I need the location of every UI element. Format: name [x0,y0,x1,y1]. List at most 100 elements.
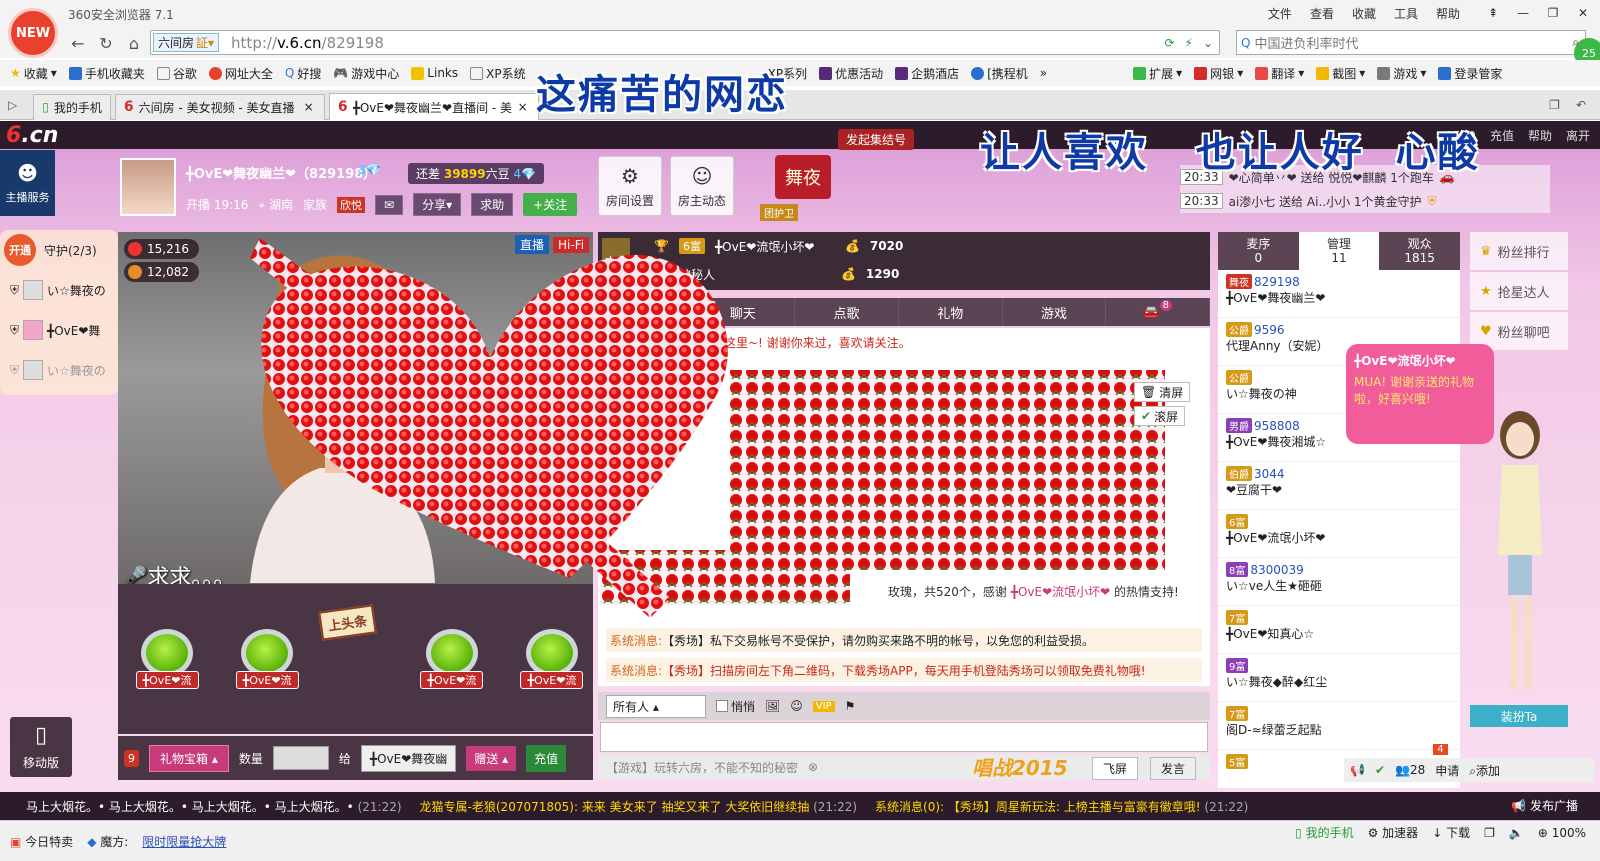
chevron-down-icon[interactable]: ⌄ [1203,36,1213,50]
tab-gift[interactable]: 礼物 [899,298,1003,326]
share-button[interactable]: 分享▾ [413,193,462,216]
bookmark-item[interactable]: 网址大全 [208,65,273,82]
promo-link[interactable]: 限时限量抢大牌 [142,833,226,850]
lightning-icon[interactable]: ⚡ [1185,36,1193,50]
room-settings-button[interactable]: ⚙ 房间设置 [598,156,662,216]
url-text[interactable]: http://v.6.cn/829198 [231,34,384,52]
headline-slot[interactable]: ╋OvE❤流 [411,629,493,689]
user-row[interactable]: 伯爵 3044 ❤豆腐干❤ [1218,462,1460,510]
maximize-button[interactable]: ❐ [1540,2,1566,24]
user-row[interactable]: 9富 い☆舞夜◆醉◆红尘 [1218,654,1460,702]
extension-item[interactable]: 登录管家 [1438,65,1502,82]
search-box[interactable]: Q 中国进负利率时代 ⌕ [1236,30,1586,55]
bookmark-item[interactable]: Links [411,66,458,80]
publish-broadcast-button[interactable]: 📢 发布广播 [1505,795,1584,816]
user-row[interactable]: 7富 阁D-≈绿蕾乏起點 [1218,702,1460,750]
speed-icon[interactable]: ⟳ [1164,36,1174,50]
extension-item[interactable]: 截图 ▾ [1316,65,1365,82]
tab-my-phone[interactable]: ▯ 我的手机 [33,93,111,120]
extension-item[interactable]: 游戏 ▾ [1377,65,1426,82]
quantity-input[interactable] [272,746,329,770]
avatar-doll[interactable] [1480,405,1560,705]
browser-logo[interactable]: NEW [8,8,58,58]
user-row[interactable]: 舞夜 829198 ╋OvE❤舞夜幽兰❤ [1218,270,1460,318]
headline-slot[interactable]: ╋OvE❤流 [226,629,308,689]
back-icon[interactable]: ← [64,29,92,57]
bookmark-item[interactable]: Q 好搜 [285,65,321,82]
menu-tools[interactable]: 工具 [1394,5,1418,22]
open-guard-button[interactable]: 开通 [4,234,36,266]
extension-item[interactable]: 网银 ▾ [1194,65,1243,82]
image-icon[interactable]: 🖼 [765,699,780,713]
site-badge[interactable]: 六间房 証▾ [153,33,220,52]
search-engine-icon[interactable]: Q [1241,36,1250,50]
headline-slot[interactable]: ╋OvE❤流 [126,629,208,689]
fans-rank-button[interactable]: ♛ 粉丝排行 [1470,232,1568,270]
bookmark-item[interactable]: [携程机 [971,65,1028,82]
speak-button[interactable]: 发言 [1150,757,1197,780]
close-button[interactable]: ✕ [1570,2,1596,24]
star-grab-button[interactable]: ★ 抢星达人 [1470,272,1568,310]
extension-item[interactable]: 翻译 ▾ [1255,65,1304,82]
apply-button[interactable]: 申请 4 [1433,743,1459,779]
message-icon[interactable]: ✉ [375,194,404,215]
mobile-version-button[interactable]: ▯ 移动版 [10,717,72,777]
menu-view[interactable]: 查看 [1310,5,1334,22]
recipient-select[interactable]: ╋OvE❤舞夜幽 [360,744,457,772]
close-icon[interactable]: ⊗ [808,760,818,774]
tab-live-room[interactable]: 6 ╋OvE❤舞夜幽兰❤直播间 - 美 × [328,93,539,120]
check-icon[interactable]: ✔ [1375,763,1385,777]
speaker-icon[interactable]: 📢 [1350,763,1365,777]
help-link[interactable]: 帮助 [1528,127,1552,144]
download-link[interactable]: ↓ 下载 [1432,824,1470,841]
vip-icon[interactable]: VIP [812,700,835,712]
user-row[interactable]: 7富 ╋OvE❤知真心☆ [1218,606,1460,654]
zoom-level[interactable]: ⊕ 100% [1538,826,1586,840]
add-button[interactable]: ⌕添加 [1469,762,1500,779]
chat-input[interactable] [600,722,1208,752]
bookmark-item[interactable]: XP系统 [470,65,526,82]
recharge-button[interactable]: 充值 [526,744,567,772]
pin-icon[interactable]: ⇞ [1480,2,1506,24]
tab-song[interactable]: 点歌 [795,298,899,326]
recharge-link[interactable]: 充值 [1490,127,1514,144]
headline-slot[interactable]: ╋OvE❤流 [511,629,593,689]
site-logo[interactable]: 6.cn [6,123,58,148]
chat-target-select[interactable]: 所有人 ▴ [606,694,706,718]
extension-item[interactable]: 扩展 ▾ [1133,65,1182,82]
launch-rally-button[interactable]: 发起集结号 [838,129,915,150]
bookmark-item[interactable]: 企鹅酒店 [895,65,959,82]
minimize-button[interactable]: — [1510,2,1536,24]
guard-item[interactable]: ⛨ ╋OvE❤舞 [0,310,118,350]
menu-favorites[interactable]: 收藏 [1352,5,1376,22]
tab-managers[interactable]: 管理 11 [1298,232,1380,270]
game-hint-link[interactable]: 【游戏】玩转六房，不能不知的秘密 [606,759,798,776]
bookmark-favorites[interactable]: ★ 收藏 ▾ [10,65,57,82]
ticker-item[interactable]: 龙猫专属-老狼(207071805): 来来 美女来了 抽奖又来了 大奖依旧继续… [420,798,858,815]
scroll-screen-toggle[interactable]: ✔ 滚屏 [1134,406,1186,426]
refresh-icon[interactable]: ↻ [92,29,120,57]
bookmark-item[interactable]: 🎮 游戏中心 [333,65,399,82]
host-news-button[interactable]: ☺ 房主动态 [670,156,734,216]
clear-screen-button[interactable]: 🗑 清屏 [1134,382,1191,402]
guard-item[interactable]: ⛨ い☆舞夜の [0,350,118,390]
user-row[interactable]: 6富 ╋OvE❤流氓小坏❤ [1218,510,1460,558]
cube-link[interactable]: ◆ 魔方: [87,833,128,850]
my-phone-link[interactable]: ▯ 我的手机 [1295,824,1353,841]
family-emblem[interactable]: 舞夜 [775,155,831,199]
home-icon[interactable]: ⌂ [120,29,148,57]
guard-badge[interactable]: 团护卫 [760,204,798,221]
whisper-checkbox[interactable]: 悄悄 [716,698,755,715]
guard-item[interactable]: ⛨ い☆舞夜の [0,270,118,310]
accelerator-link[interactable]: ⚙ 加速器 [1368,824,1419,841]
bookmark-item[interactable]: 优惠活动 [819,65,883,82]
sound-icon[interactable]: 🔈 [1509,826,1524,840]
window-icon[interactable]: ❐ [1484,826,1495,840]
tab-game[interactable]: 游戏 [1003,298,1107,326]
tabs-overview-icon[interactable]: ❐ [1549,98,1560,112]
fly-screen-button[interactable]: 飞屏 [1092,757,1139,780]
host-service-button[interactable]: ☻ 主播服务 [0,150,55,216]
tab-car[interactable]: 🚘 8 [1106,298,1211,326]
tab-mic-queue[interactable]: 麦序 0 [1218,232,1299,270]
help-button[interactable]: 求助 [471,193,514,216]
